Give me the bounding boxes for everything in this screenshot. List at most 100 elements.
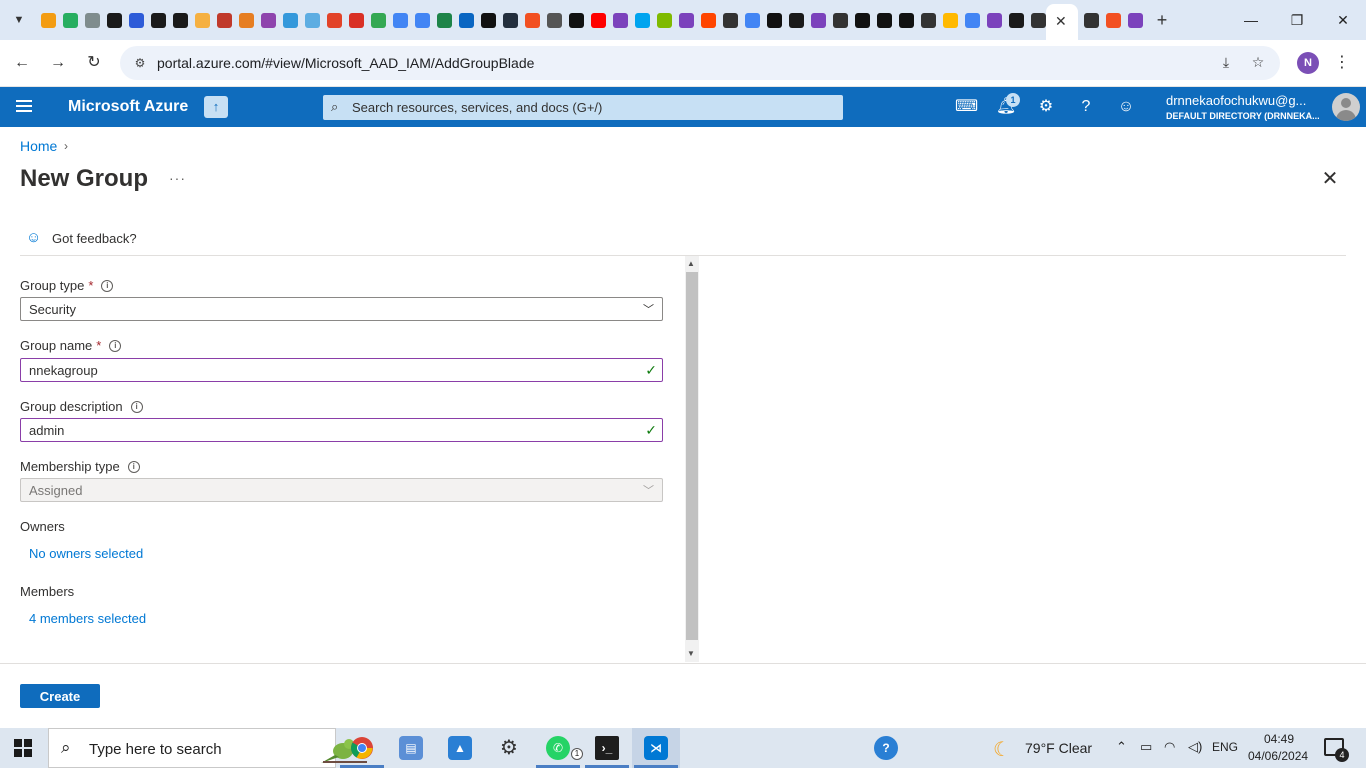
info-icon[interactable]: i [101, 279, 114, 292]
close-blade-icon[interactable]: ✕ [1319, 168, 1341, 190]
pinned-tab[interactable] [433, 9, 455, 31]
bookmark-star-icon[interactable]: ☆ [1248, 54, 1268, 72]
pinned-tab[interactable] [1080, 9, 1102, 31]
pinned-tab[interactable] [323, 9, 345, 31]
address-bar[interactable]: ⚙ portal.azure.com/#view/Microsoft_AAD_I… [120, 46, 1280, 80]
pinned-tab[interactable] [829, 9, 851, 31]
browser-menu-icon[interactable]: ⋮ [1334, 52, 1350, 74]
account-directory[interactable]: DEFAULT DIRECTORY (DRNNEKA... [1166, 111, 1323, 121]
breadcrumb-home[interactable]: Home [20, 138, 57, 154]
pinned-tab[interactable] [125, 9, 147, 31]
cloud-shell-icon[interactable]: ⌨ [955, 96, 978, 118]
active-tab[interactable]: ✕ [1046, 4, 1078, 40]
feedback-icon[interactable]: ☺ [1115, 96, 1137, 118]
clock-time[interactable]: 04:49 [1264, 732, 1294, 746]
pinned-tab[interactable] [917, 9, 939, 31]
install-app-icon[interactable]: ⤓ [1216, 54, 1236, 72]
new-tab-icon[interactable]: + [1152, 9, 1172, 31]
group-description-input[interactable]: admin ✓ [20, 418, 663, 442]
taskbar-photos-viewer[interactable]: ▤ [387, 728, 435, 768]
form-scrollbar[interactable]: ▲ ▼ [685, 256, 699, 662]
pinned-tab[interactable] [235, 9, 257, 31]
pinned-tab[interactable] [697, 9, 719, 31]
pinned-tab[interactable] [587, 9, 609, 31]
info-icon[interactable]: i [127, 460, 140, 473]
pinned-tab[interactable] [389, 9, 411, 31]
pinned-tab[interactable] [301, 9, 323, 31]
scroll-up-icon[interactable]: ▲ [687, 259, 695, 268]
pinned-tab[interactable] [367, 9, 389, 31]
pinned-tab[interactable] [147, 9, 169, 31]
info-icon[interactable]: i [130, 400, 143, 413]
pinned-tab[interactable] [939, 9, 961, 31]
pinned-tab[interactable] [785, 9, 807, 31]
pinned-tab[interactable] [213, 9, 235, 31]
clock-date[interactable]: 04/06/2024 [1248, 749, 1308, 763]
pinned-tab[interactable] [1005, 9, 1027, 31]
forward-arrow-icon[interactable]: → [46, 51, 70, 75]
members-link[interactable]: 4 members selected [29, 611, 146, 626]
pinned-tab[interactable] [631, 9, 653, 31]
pinned-tab[interactable] [873, 9, 895, 31]
group-type-dropdown[interactable]: Security ﹀ [20, 297, 663, 321]
pinned-tab[interactable] [103, 9, 125, 31]
account-avatar[interactable] [1332, 93, 1360, 121]
azure-search-input[interactable] [352, 95, 832, 120]
tab-search-chevron-icon[interactable]: ▼ [8, 9, 30, 31]
profile-avatar[interactable]: N [1297, 52, 1319, 74]
volume-icon[interactable]: ◁) [1188, 739, 1202, 755]
pinned-tab[interactable] [169, 9, 191, 31]
pinned-tab[interactable] [59, 9, 81, 31]
pinned-tab[interactable] [807, 9, 829, 31]
show-hidden-icons-icon[interactable]: ⌃ [1116, 739, 1127, 755]
pinned-tab[interactable] [37, 9, 59, 31]
taskbar-vscode[interactable]: ⋊ [632, 728, 680, 768]
taskbar-terminal[interactable]: ›_ [583, 728, 631, 768]
battery-icon[interactable]: ▭ [1140, 739, 1152, 755]
pinned-tab[interactable] [81, 9, 103, 31]
taskbar-settings[interactable]: ⚙ [485, 728, 533, 768]
taskbar-photos[interactable]: ▲ [436, 728, 484, 768]
minimize-icon[interactable]: — [1228, 8, 1274, 32]
settings-gear-icon[interactable]: ⚙ [1035, 96, 1057, 118]
pinned-tab[interactable] [983, 9, 1005, 31]
pinned-tab[interactable] [191, 9, 213, 31]
azure-search[interactable]: ⌕ [323, 95, 843, 120]
pinned-tab[interactable] [675, 9, 697, 31]
taskbar-search[interactable]: ⌕ Type here to search [48, 728, 367, 768]
portal-menu-icon[interactable] [16, 100, 32, 114]
scroll-down-icon[interactable]: ▼ [687, 649, 695, 658]
pinned-tab[interactable] [521, 9, 543, 31]
taskbar-help[interactable]: ? [862, 728, 910, 768]
moon-icon[interactable]: ☾ [993, 737, 1011, 762]
pinned-tab[interactable] [653, 9, 675, 31]
azure-brand[interactable]: Microsoft Azure [68, 98, 188, 116]
wifi-icon[interactable]: ◠ [1164, 739, 1175, 755]
language-indicator[interactable]: ENG [1212, 740, 1238, 754]
owners-link[interactable]: No owners selected [29, 546, 143, 561]
pinned-tab[interactable] [741, 9, 763, 31]
pinned-tab[interactable] [851, 9, 873, 31]
more-options-icon[interactable]: ··· [169, 170, 186, 186]
pinned-tab[interactable] [411, 9, 433, 31]
pinned-tab[interactable] [1102, 9, 1124, 31]
pinned-tab[interactable] [477, 9, 499, 31]
pinned-tab[interactable] [543, 9, 565, 31]
upgrade-icon[interactable]: ↑ [204, 96, 228, 118]
help-icon[interactable]: ? [1075, 96, 1097, 118]
close-tab-icon[interactable]: ✕ [1055, 13, 1067, 30]
pinned-tab[interactable] [895, 9, 917, 31]
taskbar-chrome[interactable] [338, 728, 386, 768]
pinned-tab[interactable] [1124, 9, 1146, 31]
url-text[interactable]: portal.azure.com/#view/Microsoft_AAD_IAM… [157, 55, 534, 71]
pinned-tab[interactable] [279, 9, 301, 31]
weather-text[interactable]: 79°F Clear [1025, 740, 1092, 756]
back-arrow-icon[interactable]: ← [10, 51, 34, 75]
pinned-tab[interactable] [257, 9, 279, 31]
pinned-tab[interactable] [345, 9, 367, 31]
pinned-tab[interactable] [499, 9, 521, 31]
pinned-tab[interactable] [609, 9, 631, 31]
site-settings-icon[interactable]: ⚙ [132, 55, 148, 71]
account-name[interactable]: drnnekaofochukwu@g... [1166, 93, 1321, 108]
windows-start-icon[interactable] [14, 739, 32, 757]
